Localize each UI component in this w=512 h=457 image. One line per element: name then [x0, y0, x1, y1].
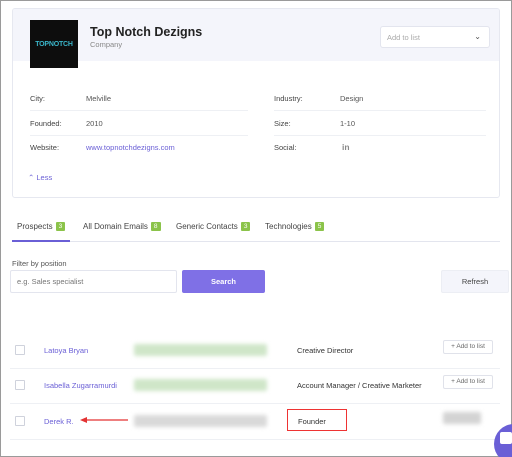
- row-checkbox[interactable]: [15, 416, 25, 426]
- add-to-list-select[interactable]: Add to list ⌄: [380, 26, 490, 48]
- tab-count-badge: 5: [314, 222, 325, 231]
- tab-prospects[interactable]: Prospects 3: [17, 222, 66, 231]
- tab-count-badge: 3: [240, 222, 251, 231]
- size-label: Size:: [274, 119, 291, 128]
- tab-label: Prospects: [17, 222, 53, 231]
- chevron-down-icon: ⌄: [474, 32, 481, 41]
- tab-count-badge: 3: [55, 222, 66, 231]
- social-label: Social:: [274, 143, 297, 152]
- divider: [30, 135, 248, 136]
- less-toggle[interactable]: ⌃ Less: [28, 173, 52, 182]
- company-logo: TOPNOTCH: [30, 20, 78, 68]
- table-row: Latoya Bryan Creative Director + Add to …: [10, 333, 500, 369]
- highlight-box: [287, 409, 347, 431]
- founded-value: 2010: [86, 119, 103, 128]
- blurred-email: [134, 344, 267, 356]
- logo-text: TOPNOTCH: [35, 40, 73, 48]
- industry-label: Industry:: [274, 94, 303, 103]
- tab-all-domain-emails[interactable]: All Domain Emails 8: [83, 222, 161, 231]
- blurred-action: [443, 412, 481, 424]
- prospect-name[interactable]: Latoya Bryan: [44, 346, 88, 355]
- founded-label: Founded:: [30, 119, 62, 128]
- industry-value: Design: [340, 94, 364, 103]
- prospect-title: Creative Director: [297, 346, 354, 355]
- tab-label: All Domain Emails: [83, 222, 148, 231]
- position-filter-input[interactable]: [10, 270, 177, 293]
- tab-divider: [12, 241, 500, 242]
- website-label: Website:: [30, 143, 60, 152]
- prospect-name[interactable]: Isabella Zugarramurdi: [44, 381, 117, 390]
- filter-label: Filter by position: [12, 259, 67, 268]
- tab-technologies[interactable]: Technologies 5: [265, 222, 325, 231]
- tab-label: Technologies: [265, 222, 312, 231]
- active-tab-indicator: [12, 240, 70, 242]
- refresh-button[interactable]: Refresh: [441, 270, 509, 293]
- chat-icon: [500, 432, 512, 444]
- tab-label: Generic Contacts: [176, 222, 238, 231]
- blurred-email: [134, 379, 267, 391]
- linkedin-icon[interactable]: in: [342, 142, 350, 152]
- add-to-list-button[interactable]: + Add to list: [443, 375, 493, 389]
- company-type: Company: [90, 40, 123, 49]
- divider: [274, 135, 486, 136]
- city-value: Melville: [86, 94, 112, 103]
- row-checkbox[interactable]: [15, 380, 25, 390]
- website-link[interactable]: www.topnotchdezigns.com: [86, 143, 175, 152]
- add-to-list-button[interactable]: + Add to list: [443, 340, 493, 354]
- search-button[interactable]: Search: [182, 270, 265, 293]
- less-label: Less: [36, 173, 53, 182]
- city-label: City:: [30, 94, 45, 103]
- blurred-email: [134, 415, 267, 427]
- row-checkbox[interactable]: [15, 345, 25, 355]
- company-name: Top Notch Dezigns: [90, 25, 203, 39]
- company-card: TOPNOTCH Top Notch Dezigns Company Add t…: [12, 8, 500, 198]
- table-row: Isabella Zugarramurdi Account Manager / …: [10, 368, 500, 404]
- tab-generic-contacts[interactable]: Generic Contacts 3: [176, 222, 251, 231]
- prospect-title: Account Manager / Creative Marketer: [297, 381, 422, 390]
- prospect-name[interactable]: Derek R.: [44, 417, 74, 426]
- divider: [30, 110, 248, 111]
- annotation-arrow-icon: [80, 417, 128, 423]
- tab-count-badge: 8: [150, 222, 161, 231]
- divider: [274, 110, 486, 111]
- add-to-list-placeholder: Add to list: [387, 33, 420, 42]
- chevron-up-icon: ⌃: [28, 173, 35, 182]
- size-value: 1-10: [340, 119, 356, 128]
